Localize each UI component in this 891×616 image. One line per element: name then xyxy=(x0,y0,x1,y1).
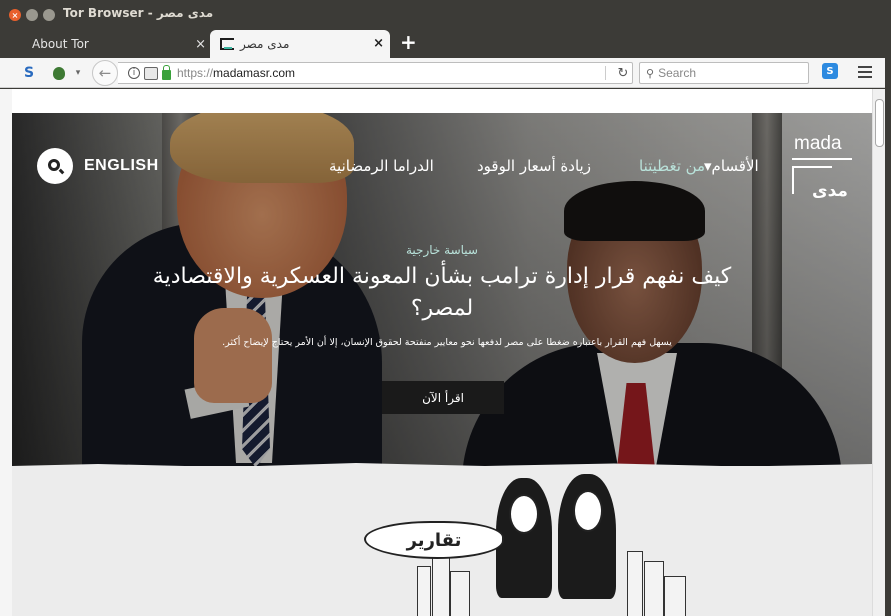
article-summary: يسهل فهم القرار باعتباره ضغطا على مصر لد… xyxy=(222,337,672,348)
window-close-button[interactable]: × xyxy=(9,9,21,21)
article-headline[interactable]: كيف نفهم قرار إدارة ترامب بشأن المعونة ا… xyxy=(122,261,762,325)
city-building xyxy=(664,576,686,616)
tab-close-icon[interactable]: × xyxy=(373,36,384,51)
tab-label: مدى مصر xyxy=(240,37,290,51)
page-content: ENGLISH الدراما الرمضانية زيادة أسعار ال… xyxy=(12,89,872,616)
tab-about-tor[interactable]: About Tor × xyxy=(14,30,214,58)
city-building xyxy=(450,571,470,616)
mada-favicon-icon xyxy=(220,38,234,50)
back-button[interactable]: ← xyxy=(92,60,118,86)
city-building xyxy=(644,561,664,616)
browser-window: × Tor Browser - مدى مصر About Tor × مدى … xyxy=(0,0,891,616)
scrollbar-thumb[interactable] xyxy=(875,99,884,147)
permissions-icon[interactable] xyxy=(144,66,158,80)
new-tab-button[interactable]: + xyxy=(400,31,417,53)
reports-banner[interactable]: تقارير xyxy=(12,463,872,616)
nav-link-drama[interactable]: الدراما الرمضانية xyxy=(329,157,434,175)
hamburger-menu-icon[interactable] xyxy=(858,66,872,78)
window-title: Tor Browser - مدى مصر xyxy=(63,6,214,20)
hero-section[interactable]: ENGLISH الدراما الرمضانية زيادة أسعار ال… xyxy=(12,113,872,466)
search-input[interactable]: ⚲ Search xyxy=(639,62,809,84)
extension-icon[interactable]: S xyxy=(822,63,838,79)
tab-mada-masr[interactable]: مدى مصر × xyxy=(210,30,390,58)
language-switch-link[interactable]: ENGLISH xyxy=(84,157,159,175)
search-icon xyxy=(48,159,60,171)
cartoon-face xyxy=(573,490,603,532)
url-divider xyxy=(605,66,606,80)
speech-bubble: تقارير xyxy=(364,521,504,559)
city-building xyxy=(432,556,450,616)
site-logo[interactable]: mada مدى xyxy=(792,133,856,209)
logo-text-ar: مدى xyxy=(812,181,848,201)
tab-label: About Tor xyxy=(32,37,89,51)
url-host: madamasr.com xyxy=(213,66,296,80)
info-icon[interactable]: i xyxy=(128,67,140,79)
window-right-edge xyxy=(885,58,891,616)
onion-icon[interactable] xyxy=(50,63,68,83)
title-bar: × Tor Browser - مدى مصر xyxy=(0,0,891,28)
logo-line xyxy=(792,158,852,160)
tab-close-icon[interactable]: × xyxy=(195,37,206,52)
url-bar[interactable]: i https://madamasr.com xyxy=(118,62,633,84)
search-placeholder: Search xyxy=(658,66,697,80)
read-now-button[interactable]: اقرأ الآن xyxy=(382,381,504,414)
nav-link-fuel-prices[interactable]: زيادة أسعار الوقود xyxy=(477,157,591,175)
chevron-down-icon[interactable]: ▾ xyxy=(72,63,84,83)
site-search-button[interactable] xyxy=(37,148,73,184)
vertical-scrollbar[interactable] xyxy=(872,89,885,616)
url-protocol: https:// xyxy=(177,66,214,80)
reload-icon[interactable]: ↻ xyxy=(611,62,635,84)
tab-bar: About Tor × مدى مصر × + xyxy=(0,28,891,58)
nav-sections-dropdown[interactable]: الأقسام▾ xyxy=(704,157,759,175)
lock-icon[interactable] xyxy=(162,65,171,80)
noscript-icon[interactable]: S xyxy=(20,63,38,83)
search-icon: ⚲ xyxy=(646,67,655,80)
city-building xyxy=(417,566,431,616)
nav-label-coverage: من تغطيتنا xyxy=(639,157,706,175)
page-top-strip xyxy=(12,89,872,113)
page-left-margin xyxy=(0,89,12,616)
logo-text-en: mada xyxy=(794,133,842,154)
window-minimize-button[interactable] xyxy=(26,9,38,21)
url-text[interactable]: https://madamasr.com xyxy=(177,66,295,80)
city-building xyxy=(627,551,643,616)
window-maximize-button[interactable] xyxy=(43,9,55,21)
article-category[interactable]: سياسة خارجية xyxy=(392,243,492,257)
cartoon-face xyxy=(509,494,539,534)
